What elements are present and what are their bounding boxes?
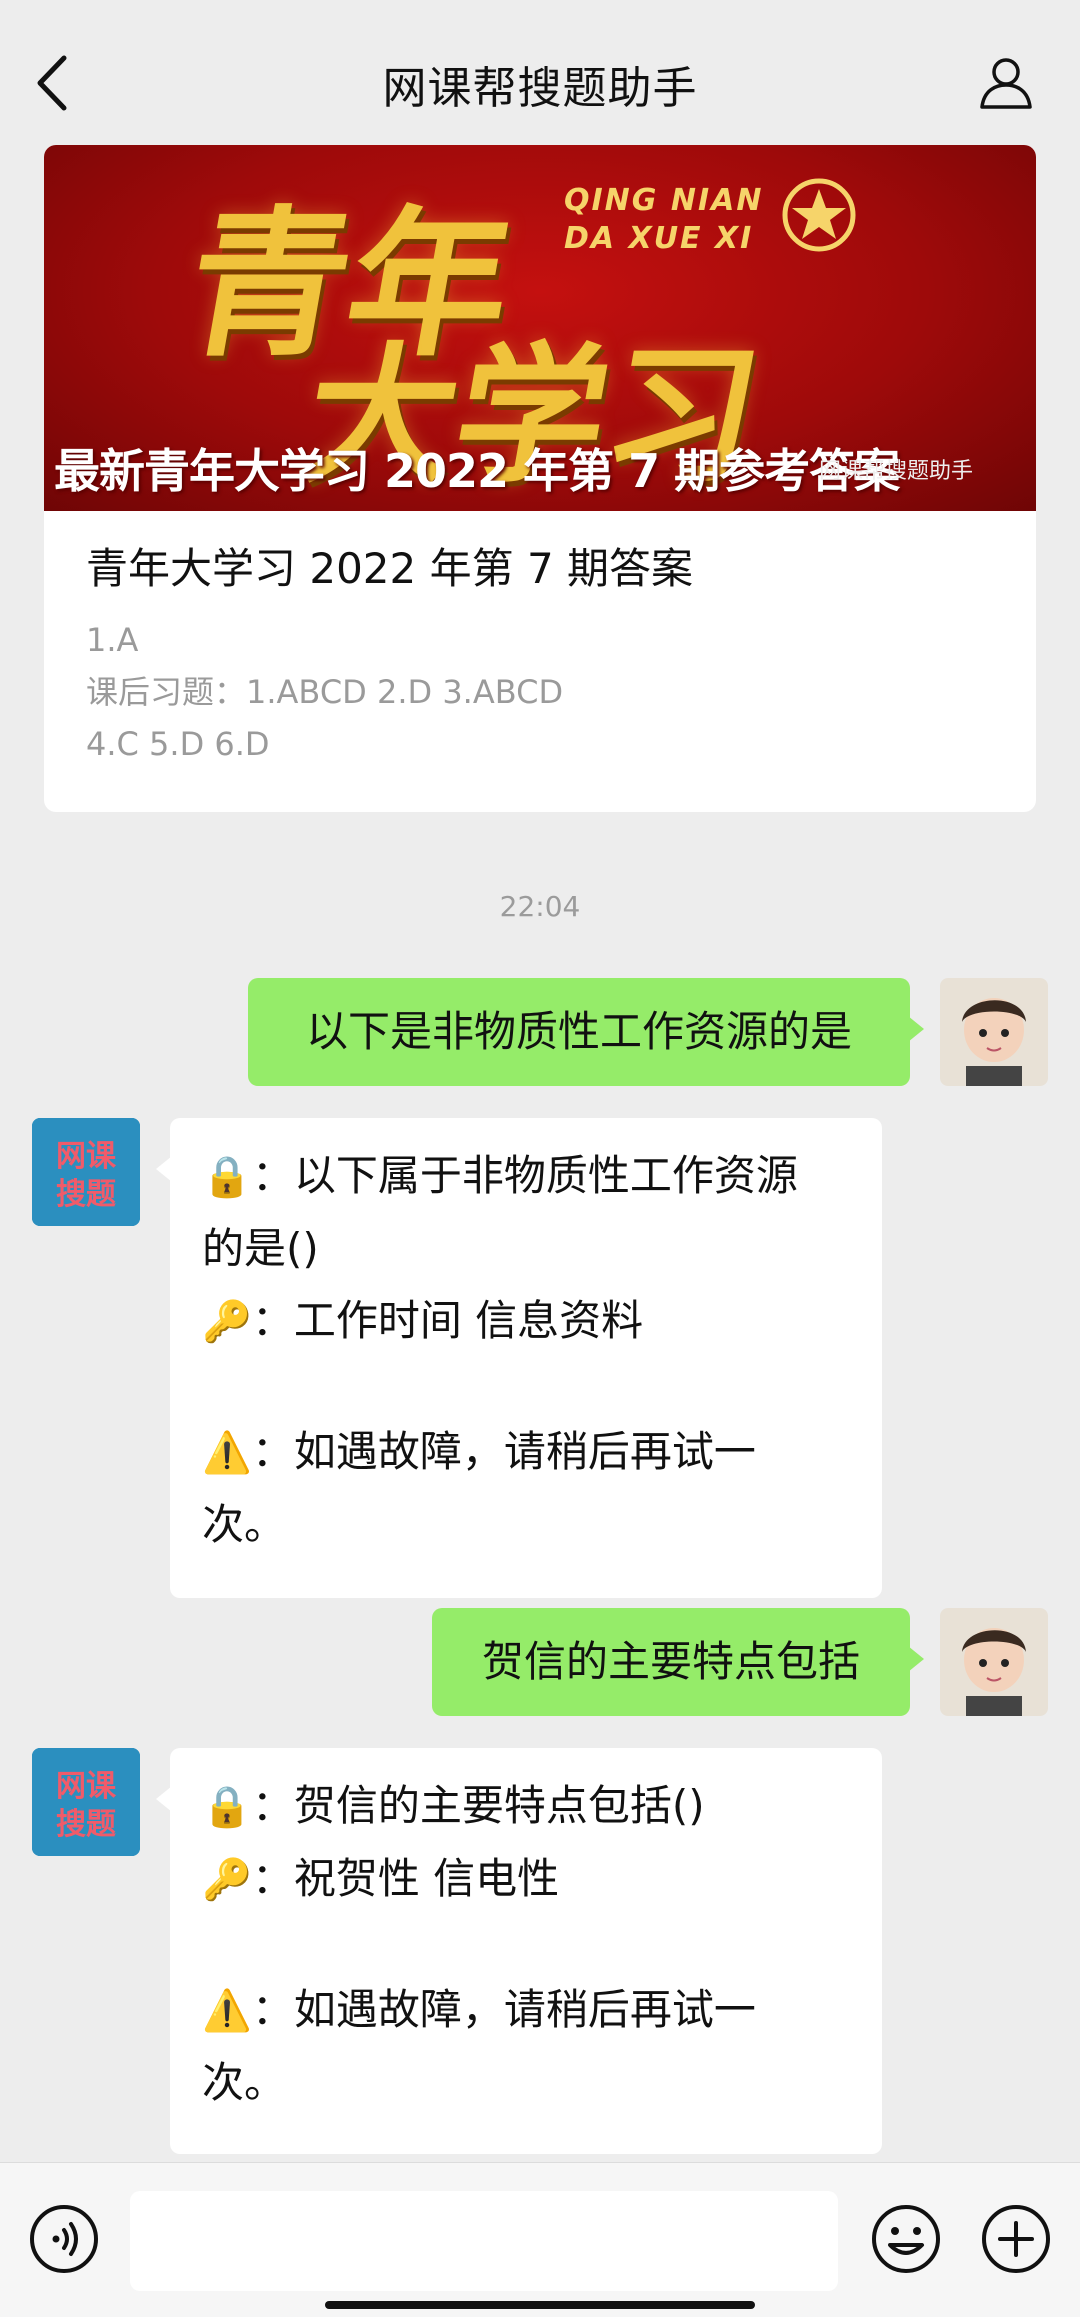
banner-pinyin-line1: QING NIAN [564,183,764,218]
star-emblem-icon [782,178,856,252]
incoming-message[interactable]: 🔒：贺信的主要特点包括() 🔑：祝贺性 信电性 ⚠️：如遇故障，请稍后再试一 次… [156,1748,882,2154]
person-icon[interactable] [976,52,1036,112]
plus-icon[interactable] [980,2203,1052,2275]
home-indicator[interactable] [325,2301,755,2309]
article-line: 1.A [86,621,139,659]
user-avatar[interactable] [940,1608,1048,1716]
message-line: ⚠️：如遇故障，请稍后再试一 [202,1985,756,2034]
message-line: 次。 [202,2058,287,2107]
input-bar [0,2162,1080,2317]
banner-watermark: 网课帮搜题助手 [819,459,974,484]
article-banner: 青年 大学习 QING NIAN DA XUE XI 最新青年大学习 2022 … [44,145,1036,511]
message-input[interactable] [130,2191,838,2291]
article-body: 青年大学习 2022 年第 7 期答案 1.A 课后习题：1.ABCD 2.D … [44,511,1036,770]
bot-logo-icon: 网课 搜题 [32,1748,140,1856]
message-line: 🔑：祝贺性 信电性 [202,1854,560,1903]
message-line: 的是() [202,1224,319,1273]
smiley-icon[interactable] [870,2203,942,2275]
bot-avatar[interactable]: 网课 搜题 [32,1118,140,1226]
message-text: 贺信的主要特点包括 [481,1637,860,1686]
incoming-message[interactable]: 🔒：以下属于非物质性工作资源 的是() 🔑：工作时间 信息资料 ⚠️：如遇故障，… [156,1118,882,1598]
article-line: 课后习题：1.ABCD 2.D 3.ABCD [86,673,564,711]
svg-text:网课: 网课 [56,1139,117,1174]
lock-icon: 🔒 [202,1784,252,1830]
svg-text:搜题: 搜题 [56,1807,116,1842]
key-icon: 🔑 [202,1299,252,1345]
warning-icon: ⚠️ [202,1430,252,1476]
message-text: 以下是非物质性工作资源的是 [305,1007,852,1056]
message-line [202,1358,882,1416]
message-line: 次。 [202,1500,287,1549]
voice-icon[interactable] [28,2203,100,2275]
message-line: 🔑：工作时间 信息资料 [202,1296,644,1345]
svg-text:网课: 网课 [56,1769,117,1804]
svg-text:搜题: 搜题 [56,1177,116,1212]
page-title: 网课帮搜题助手 [382,63,698,114]
chat-timestamp: 22:04 [499,890,581,923]
article-line: 4.C 5.D 6.D [86,725,270,763]
key-icon: 🔑 [202,1857,252,1903]
bot-avatar[interactable]: 网课 搜题 [32,1748,140,1856]
user-avatar[interactable] [940,978,1048,1086]
message-line: ⚠️：如遇故障，请稍后再试一 [202,1427,756,1476]
outgoing-message[interactable]: 以下是非物质性工作资源的是 [248,978,924,1086]
article-card[interactable]: 青年 大学习 QING NIAN DA XUE XI 最新青年大学习 2022 … [44,145,1036,812]
message-line: 🔒：以下属于非物质性工作资源 [202,1151,798,1200]
bot-logo-icon: 网课 搜题 [32,1118,140,1226]
banner-subtitle: 最新青年大学习 2022 年第 7 期参考答案 [54,444,900,498]
top-bar: 网课帮搜题助手 [0,0,1080,145]
message-line [202,1916,882,1974]
lock-icon: 🔒 [202,1154,252,1200]
child-photo-avatar [940,1608,1048,1716]
message-line: 🔒：贺信的主要特点包括() [202,1781,705,1830]
banner-pinyin-line2: DA XUE XI [564,221,754,256]
child-photo-avatar [940,978,1048,1086]
outgoing-message[interactable]: 贺信的主要特点包括 [432,1608,924,1716]
article-title: 青年大学习 2022 年第 7 期答案 [86,544,694,593]
warning-icon: ⚠️ [202,1988,252,2034]
